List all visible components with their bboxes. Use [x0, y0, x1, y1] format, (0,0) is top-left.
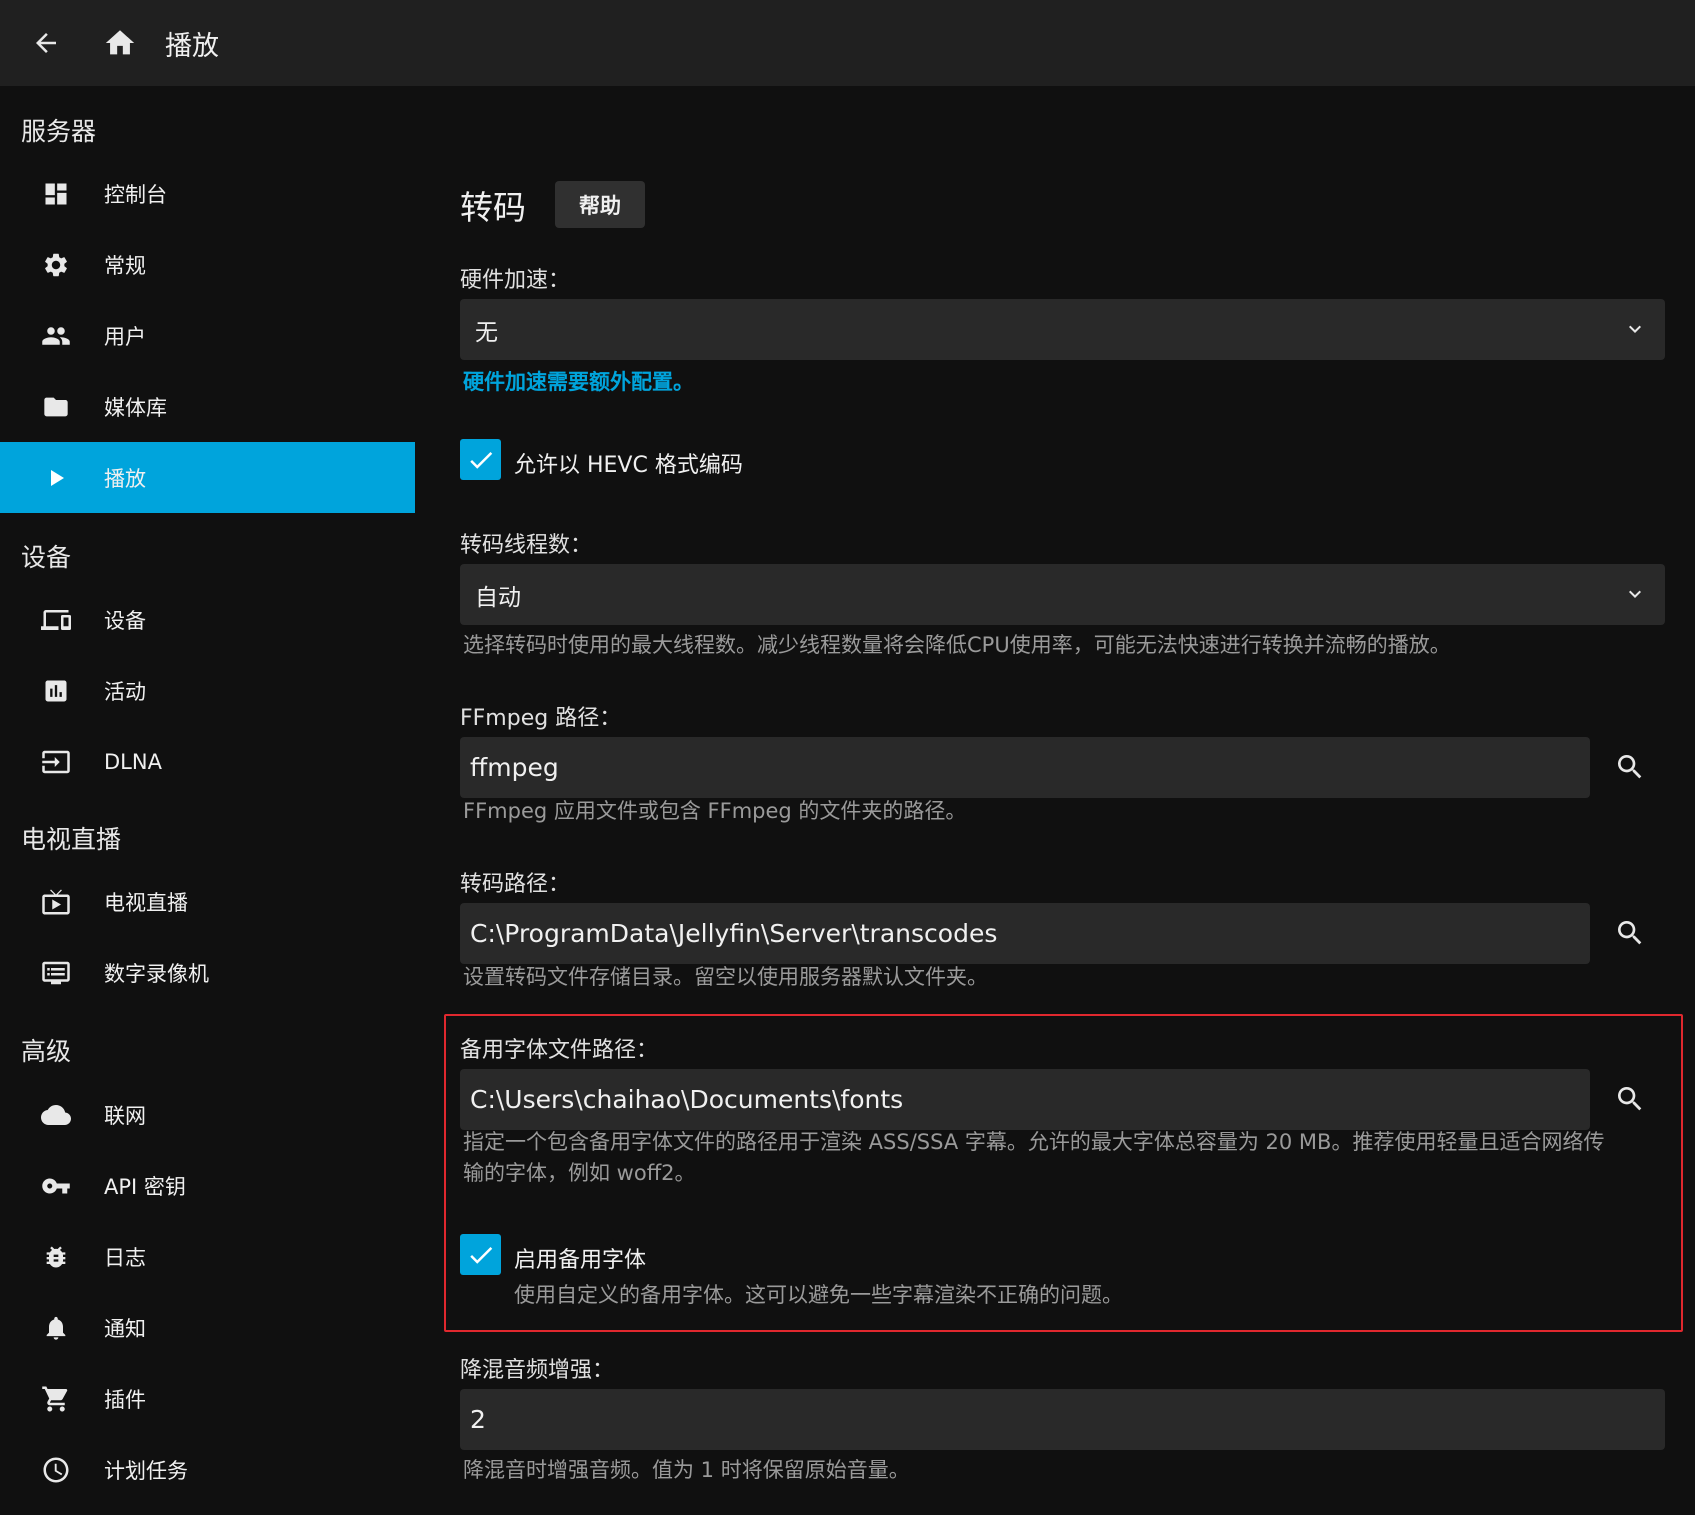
sidebar-section-livetv: 电视直播: [21, 825, 122, 854]
hevc-label: 允许以 HEVC 格式编码: [514, 453, 743, 478]
bug-icon: [40, 1241, 72, 1273]
ffmpeg-search-button[interactable]: [1610, 747, 1650, 787]
sidebar-item-api-keys[interactable]: API 密钥: [0, 1150, 415, 1221]
threads-select[interactable]: 自动: [460, 564, 1665, 625]
sidebar-section-server: 服务器: [21, 117, 97, 146]
sidebar-item-libraries[interactable]: 媒体库: [0, 371, 415, 442]
threads-value: 自动: [475, 584, 521, 611]
sidebar-item-scheduled-tasks[interactable]: 计划任务: [0, 1434, 415, 1505]
sidebar-item-label: 设备: [104, 608, 146, 633]
page-title: 转码: [460, 188, 526, 227]
chevron-down-icon: [1623, 582, 1647, 606]
people-icon: [40, 320, 72, 352]
help-button[interactable]: 帮助: [555, 181, 645, 228]
sidebar-item-label: 播放: [104, 466, 146, 491]
top-bar: 播放: [0, 0, 1695, 86]
hw-accel-value: 无: [475, 319, 498, 346]
sidebar-item-notifications[interactable]: 通知: [0, 1292, 415, 1363]
sidebar-item-devices[interactable]: 设备: [0, 584, 415, 655]
sidebar-item-label: 电视直播: [104, 890, 188, 915]
hw-accel-label: 硬件加速：: [460, 268, 571, 293]
sidebar-item-label: DLNA: [104, 749, 162, 774]
sidebar-item-label: 联网: [104, 1103, 146, 1128]
cart-icon: [40, 1383, 72, 1415]
sidebar-item-label: API 密钥: [104, 1174, 186, 1199]
sidebar-item-label: 插件: [104, 1387, 146, 1412]
search-icon: [1618, 921, 1642, 945]
sidebar-item-label: 数字录像机: [104, 961, 209, 986]
threads-label: 转码线程数：: [460, 533, 593, 558]
transcode-path-label: 转码路径：: [460, 872, 571, 897]
page-header-title: 播放: [165, 30, 219, 62]
sidebar-item-networking[interactable]: 联网: [0, 1079, 415, 1150]
highlight-annotation-box: [444, 1014, 1683, 1332]
hw-accel-select[interactable]: 无: [460, 299, 1665, 360]
sidebar-item-dlna[interactable]: DLNA: [0, 726, 415, 797]
sidebar-item-logs[interactable]: 日志: [0, 1221, 415, 1292]
folder-icon: [40, 391, 72, 423]
downmix-input[interactable]: 2: [460, 1389, 1665, 1450]
hevc-checkbox[interactable]: [460, 439, 501, 480]
sidebar-section-devices: 设备: [21, 543, 72, 572]
sidebar-item-label: 常规: [104, 253, 146, 278]
key-icon: [40, 1170, 72, 1202]
input-icon: [40, 746, 72, 778]
chevron-down-icon: [1623, 317, 1647, 341]
bell-icon: [40, 1312, 72, 1344]
gear-icon: [40, 249, 72, 281]
sidebar-item-playback[interactable]: 播放: [0, 442, 415, 513]
threads-description: 选择转码时使用的最大线程数。减少线程数量将会降低CPU使用率，可能无法快速进行转…: [463, 633, 1451, 657]
cloud-icon: [40, 1099, 72, 1131]
sidebar: 服务器 控制台 常规 用户 媒体库 播放 设备 设备 活动 DLNA 电视直播 …: [0, 86, 415, 1515]
sidebar-item-plugins[interactable]: 插件: [0, 1363, 415, 1434]
arrow-left-icon[interactable]: [27, 24, 65, 62]
ffmpeg-path-input[interactable]: ffmpeg: [460, 737, 1590, 798]
clock-icon: [40, 1454, 72, 1486]
devices-icon: [40, 604, 72, 636]
sidebar-item-label: 控制台: [104, 182, 167, 207]
sidebar-item-activity[interactable]: 活动: [0, 655, 415, 726]
ffmpeg-path-description: FFmpeg 应用文件或包含 FFmpeg 的文件夹的路径。: [463, 799, 967, 823]
sidebar-item-label: 通知: [104, 1316, 146, 1341]
transcode-path-description: 设置转码文件存储目录。留空以使用服务器默认文件夹。: [463, 965, 988, 989]
home-icon[interactable]: [101, 24, 139, 62]
transcode-path-search-button[interactable]: [1610, 913, 1650, 953]
sidebar-item-general[interactable]: 常规: [0, 229, 415, 300]
sidebar-item-dvr[interactable]: 数字录像机: [0, 937, 415, 1008]
sidebar-item-label: 日志: [104, 1245, 146, 1270]
downmix-description: 降混音时增强音频。值为 1 时将保留原始音量。: [463, 1458, 910, 1482]
sidebar-item-users[interactable]: 用户: [0, 300, 415, 371]
dvr-icon: [40, 957, 72, 989]
play-icon: [40, 462, 72, 494]
sidebar-item-label: 媒体库: [104, 395, 167, 420]
tv-icon: [40, 886, 72, 918]
ffmpeg-path-label: FFmpeg 路径：: [460, 706, 622, 731]
sidebar-section-advanced: 高级: [21, 1037, 72, 1066]
sidebar-item-label: 活动: [104, 679, 146, 704]
chart-icon: [40, 675, 72, 707]
sidebar-item-dashboard[interactable]: 控制台: [0, 158, 415, 229]
transcode-path-input[interactable]: C:\ProgramData\Jellyfin\Server\transcode…: [460, 903, 1590, 964]
sidebar-item-label: 计划任务: [104, 1458, 188, 1483]
sidebar-item-label: 用户: [104, 324, 146, 349]
dashboard-icon: [40, 178, 72, 210]
hw-accel-config-link[interactable]: 硬件加速需要额外配置。: [463, 366, 694, 396]
check-icon: [469, 451, 492, 469]
downmix-label: 降混音频增强：: [460, 1358, 615, 1383]
search-icon: [1618, 755, 1642, 779]
sidebar-item-livetv[interactable]: 电视直播: [0, 866, 415, 937]
